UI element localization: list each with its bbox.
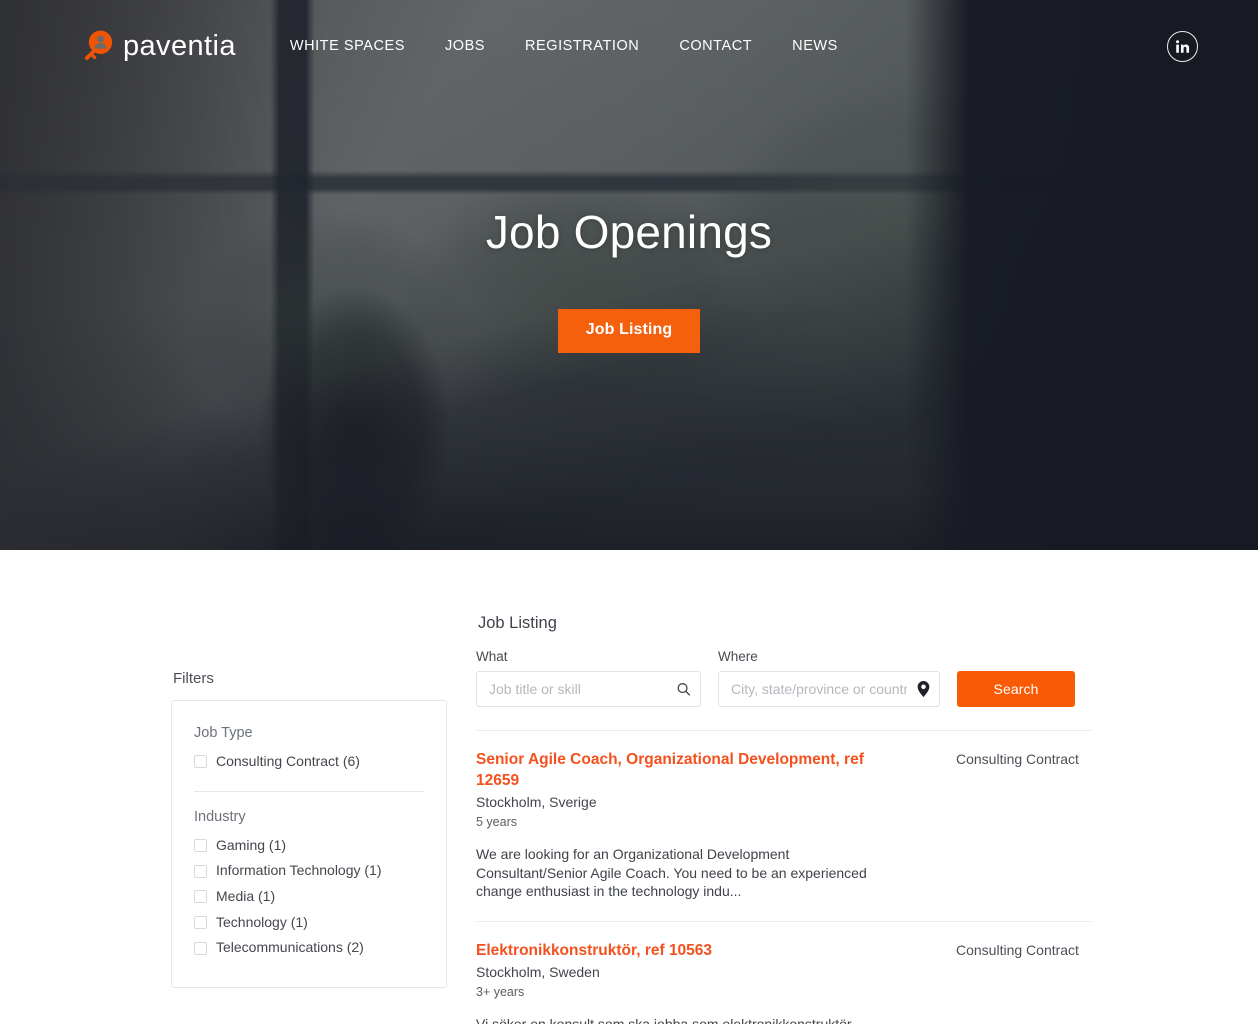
checkbox-information-technology[interactable] bbox=[194, 864, 207, 878]
brand-name: paventia bbox=[123, 29, 236, 62]
checkbox-technology[interactable] bbox=[194, 916, 207, 930]
nav-item-news[interactable]: NEWS bbox=[772, 38, 858, 54]
filter-option-label: Consulting Contract (6) bbox=[216, 753, 360, 769]
what-field-wrap bbox=[476, 671, 701, 707]
filter-option-consulting-contract[interactable]: Consulting Contract (6) bbox=[194, 749, 424, 775]
where-field-wrap bbox=[718, 671, 940, 707]
filters-heading: Filters bbox=[173, 670, 214, 687]
filter-option-information-technology[interactable]: Information Technology (1) bbox=[194, 858, 424, 884]
filter-option-label: Information Technology (1) bbox=[216, 862, 382, 879]
filter-group-title-job-type: Job Type bbox=[194, 725, 253, 741]
job-title-link[interactable]: Senior Agile Coach, Organizational Devel… bbox=[476, 750, 876, 791]
linkedin-icon[interactable] bbox=[1167, 30, 1198, 62]
nav-item-white-spaces[interactable]: WHITE SPACES bbox=[270, 38, 425, 54]
job-experience: 3+ years bbox=[476, 984, 525, 999]
job-search-form: What Where bbox=[476, 649, 1092, 707]
job-location: Stockholm, Sweden bbox=[476, 964, 600, 981]
job-title-link[interactable]: Elektronikkonstruktör, ref 10563 bbox=[476, 941, 876, 962]
page-title: Job Openings bbox=[485, 206, 773, 258]
job-listing-panel: Job Listing What Wh bbox=[476, 614, 1092, 1024]
brand-logo[interactable]: paventia bbox=[80, 29, 236, 63]
filter-option-label: Gaming (1) bbox=[216, 836, 287, 853]
filter-option-label: Telecommunications (2) bbox=[216, 939, 364, 956]
nav-item-registration[interactable]: REGISTRATION bbox=[505, 38, 659, 54]
checkbox-media[interactable] bbox=[194, 890, 207, 904]
job-card[interactable]: Elektronikkonstruktör, ref 10563 Stockho… bbox=[476, 920, 1092, 1024]
filter-group-industry: Industry Gaming (1) Information Technolo… bbox=[194, 809, 424, 961]
job-results-list: Senior Agile Coach, Organizational Devel… bbox=[476, 730, 1092, 1024]
job-experience: 5 years bbox=[476, 814, 517, 829]
filters-sidebar: Filters Job Type Consulting Contract (6)… bbox=[171, 670, 447, 989]
job-description: Vi söker en konsult som ska jobba som el… bbox=[476, 1015, 872, 1024]
checkbox-gaming[interactable] bbox=[194, 839, 207, 853]
filter-option-gaming[interactable]: Gaming (1) bbox=[194, 833, 424, 859]
filter-group-job-type: Job Type Consulting Contract (6) bbox=[194, 725, 424, 775]
paventia-person-key-icon bbox=[80, 29, 114, 63]
job-type-label: Consulting Contract bbox=[956, 941, 1079, 958]
filter-group-title-industry: Industry bbox=[194, 808, 246, 825]
what-field-label: What bbox=[476, 649, 508, 664]
checkbox-consulting-contract[interactable] bbox=[194, 755, 207, 769]
where-field-group: Where bbox=[718, 649, 940, 707]
primary-nav: WHITE SPACES JOBS REGISTRATION CONTACT N… bbox=[270, 38, 858, 54]
job-listing-cta-button[interactable]: Job Listing bbox=[557, 309, 701, 353]
job-type-label: Consulting Contract bbox=[956, 751, 1079, 767]
filters-card: Job Type Consulting Contract (6) Industr… bbox=[171, 700, 447, 989]
search-button[interactable]: Search bbox=[957, 671, 1075, 707]
nav-item-contact[interactable]: CONTACT bbox=[659, 38, 772, 54]
location-input[interactable] bbox=[718, 671, 940, 707]
filter-option-telecommunications[interactable]: Telecommunications (2) bbox=[194, 935, 424, 961]
job-location: Stockholm, Sverige bbox=[476, 794, 597, 811]
job-card[interactable]: Senior Agile Coach, Organizational Devel… bbox=[476, 730, 1092, 921]
where-field-label: Where bbox=[718, 649, 758, 664]
what-field-group: What bbox=[476, 649, 701, 707]
main-content: Filters Job Type Consulting Contract (6)… bbox=[0, 550, 1258, 1024]
job-description: We are looking for an Organizational Dev… bbox=[476, 846, 867, 900]
filter-option-media[interactable]: Media (1) bbox=[194, 884, 424, 910]
filter-option-technology[interactable]: Technology (1) bbox=[194, 910, 424, 936]
hero-section: paventia WHITE SPACES JOBS REGISTRATION … bbox=[0, 0, 1258, 550]
job-card-main: Senior Agile Coach, Organizational Devel… bbox=[476, 750, 876, 901]
top-navigation-bar: paventia WHITE SPACES JOBS REGISTRATION … bbox=[0, 0, 1258, 92]
nav-item-jobs[interactable]: JOBS bbox=[425, 38, 505, 54]
filter-option-label: Technology (1) bbox=[216, 913, 308, 930]
job-card-main: Elektronikkonstruktör, ref 10563 Stockho… bbox=[476, 941, 876, 1024]
filter-divider bbox=[194, 790, 424, 792]
job-listing-heading: Job Listing bbox=[478, 614, 557, 632]
checkbox-telecommunications[interactable] bbox=[194, 941, 207, 955]
search-input[interactable] bbox=[476, 671, 701, 707]
filter-option-label: Media (1) bbox=[216, 888, 276, 905]
